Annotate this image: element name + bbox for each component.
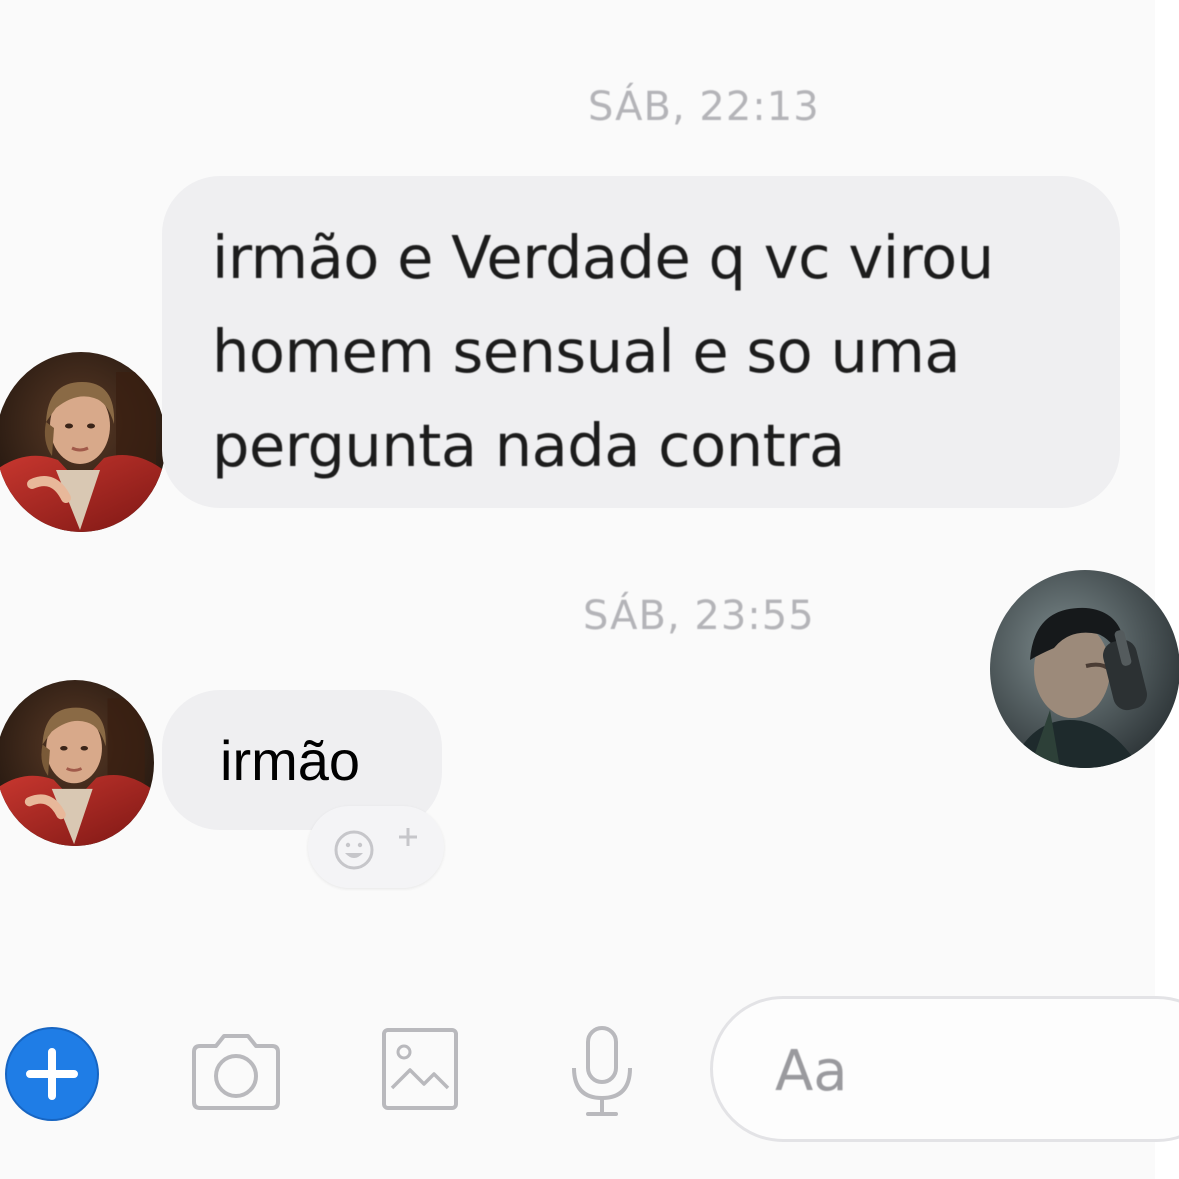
- contact-avatar[interactable]: [0, 680, 154, 846]
- message-text: irmão e Verdade q vc virou homem sensual…: [212, 223, 994, 480]
- gallery-icon: [382, 1028, 458, 1110]
- plus-button[interactable]: [4, 1026, 100, 1122]
- timestamp: SÁB, 22:13: [588, 84, 820, 130]
- avatar-portrait-icon: [0, 352, 166, 532]
- message-input[interactable]: Aa: [710, 996, 1179, 1142]
- microphone-icon: [572, 1026, 632, 1116]
- plus-icon: [5, 1027, 99, 1121]
- message-input-placeholder: Aa: [775, 1039, 848, 1104]
- contact-avatar[interactable]: [0, 352, 166, 532]
- microphone-button[interactable]: [566, 1024, 638, 1120]
- avatar-portrait-icon: [0, 680, 154, 846]
- add-reaction-button[interactable]: [308, 806, 444, 888]
- timestamp: SÁB, 23:55: [583, 593, 815, 639]
- camera-icon: [192, 1034, 280, 1110]
- avatar-portrait-icon: [990, 570, 1179, 768]
- camera-button[interactable]: [186, 1030, 286, 1112]
- message-bubble[interactable]: irmão e Verdade q vc virou homem sensual…: [162, 176, 1120, 508]
- add-reaction-icon: [334, 828, 417, 870]
- message-text: irmão: [220, 729, 361, 792]
- self-avatar[interactable]: [990, 570, 1179, 768]
- gallery-button[interactable]: [380, 1026, 460, 1112]
